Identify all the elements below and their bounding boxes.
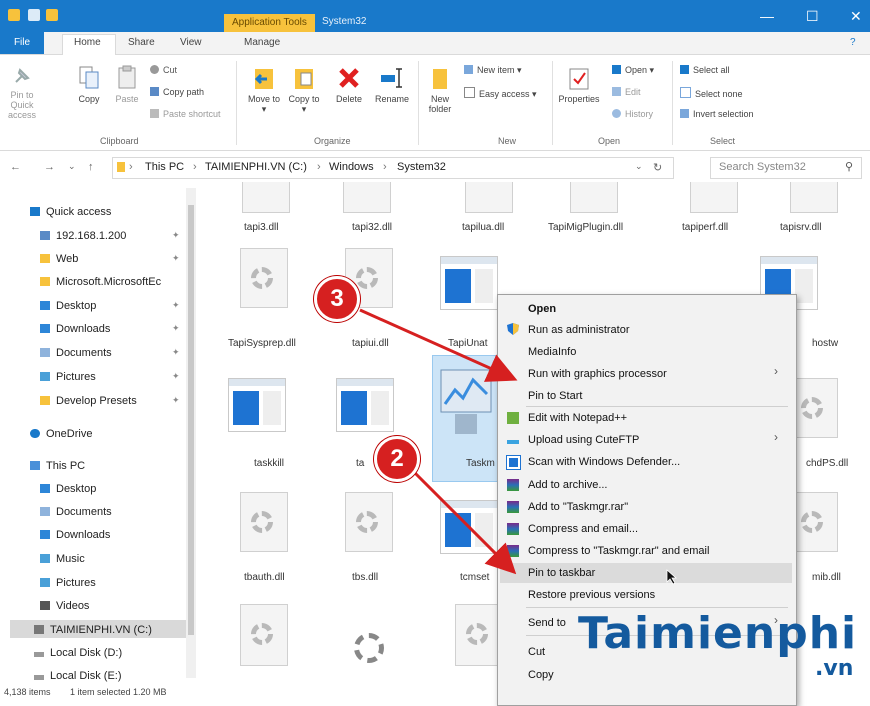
- arrow-to-pin-taskbar: [410, 468, 517, 575]
- step-callout-3: 3: [314, 276, 360, 322]
- step-callout-2: 2: [374, 436, 420, 482]
- watermark-suffix: .vn: [815, 656, 854, 681]
- watermark-logo: Taimienphi: [578, 608, 858, 659]
- annotation-arrows: [359, 308, 518, 575]
- arrow-to-run-gpu: [359, 308, 518, 382]
